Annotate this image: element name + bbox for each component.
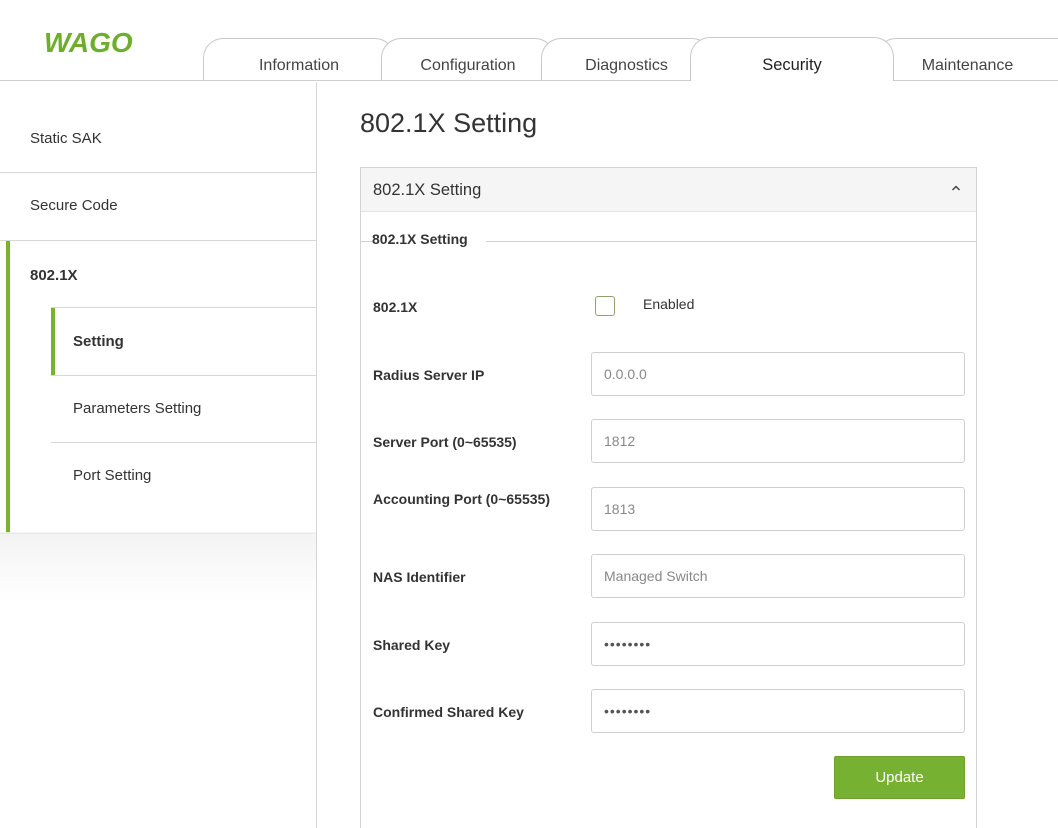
accounting-port-label: Accounting Port (0~65535) xyxy=(373,491,550,507)
sidebar-item-8021x[interactable]: 802.1X xyxy=(0,241,316,307)
sidebar-subitem-label: Parameters Setting xyxy=(73,400,202,417)
sidebar-shadow xyxy=(0,532,316,602)
tab-configuration[interactable]: Configuration xyxy=(381,38,555,80)
page-title: 802.1X Setting xyxy=(360,108,538,138)
fieldset-border-right xyxy=(486,241,976,242)
tab-diagnostics[interactable]: Diagnostics xyxy=(541,38,712,80)
shared-key-input[interactable] xyxy=(591,622,965,666)
sidebar-item-label: 802.1X xyxy=(30,267,78,284)
tab-configuration-label: Configuration xyxy=(420,56,516,74)
nas-identifier-input[interactable] xyxy=(591,554,965,598)
panel-title: 802.1X Setting xyxy=(373,181,482,199)
radius-server-ip-input[interactable] xyxy=(591,352,965,396)
sidebar: Static SAK Secure Code 802.1X Setting Pa… xyxy=(0,82,317,828)
sidebar-subitem-setting[interactable]: Setting xyxy=(0,308,316,375)
header: WAGO Information Configuration Diagnosti… xyxy=(0,0,1058,82)
tab-security-label: Security xyxy=(762,56,822,74)
nas-identifier-label: NAS Identifier xyxy=(373,569,466,585)
radius-server-ip-label: Radius Server IP xyxy=(373,367,485,383)
sidebar-subitem-label: Setting xyxy=(73,333,124,350)
enable-8021x-checkbox[interactable] xyxy=(595,296,615,316)
confirmed-shared-key-input[interactable] xyxy=(591,689,965,733)
tab-security[interactable]: Security xyxy=(690,37,894,81)
sidebar-subitem-label: Port Setting xyxy=(73,467,152,484)
accounting-port-input[interactable] xyxy=(591,487,965,531)
svg-text:WAGO: WAGO xyxy=(44,30,133,56)
sidebar-item-label: Secure Code xyxy=(30,197,118,214)
wago-logo[interactable]: WAGO xyxy=(44,27,156,61)
chevron-up-icon[interactable] xyxy=(948,180,964,196)
panel-header[interactable]: 802.1X Setting xyxy=(361,168,976,212)
tab-information[interactable]: Information xyxy=(203,38,395,80)
sidebar-item-static-sak[interactable]: Static SAK xyxy=(0,82,316,172)
tabs-divider xyxy=(0,80,1058,81)
tab-maintenance[interactable]: Maintenance xyxy=(876,38,1058,80)
sidebar-item-label: Static SAK xyxy=(30,130,102,147)
tab-information-label: Information xyxy=(258,56,340,74)
tab-maintenance-label: Maintenance xyxy=(921,56,1014,74)
sidebar-subitem-parameters-setting[interactable]: Parameters Setting xyxy=(0,376,316,442)
sidebar-item-secure-code[interactable]: Secure Code xyxy=(0,173,316,240)
fieldset-legend: 802.1X Setting xyxy=(372,231,472,247)
sidebar-subitem-port-setting[interactable]: Port Setting xyxy=(0,443,316,533)
server-port-label: Server Port (0~65535) xyxy=(373,434,517,450)
tab-diagnostics-label: Diagnostics xyxy=(585,56,668,74)
confirmed-shared-key-label: Confirmed Shared Key xyxy=(373,704,524,720)
update-button[interactable]: Update xyxy=(834,756,965,799)
server-port-input[interactable] xyxy=(591,419,965,463)
shared-key-label: Shared Key xyxy=(373,637,451,653)
enable-8021x-label: 802.1X xyxy=(373,299,418,315)
enabled-label: Enabled xyxy=(643,296,695,312)
